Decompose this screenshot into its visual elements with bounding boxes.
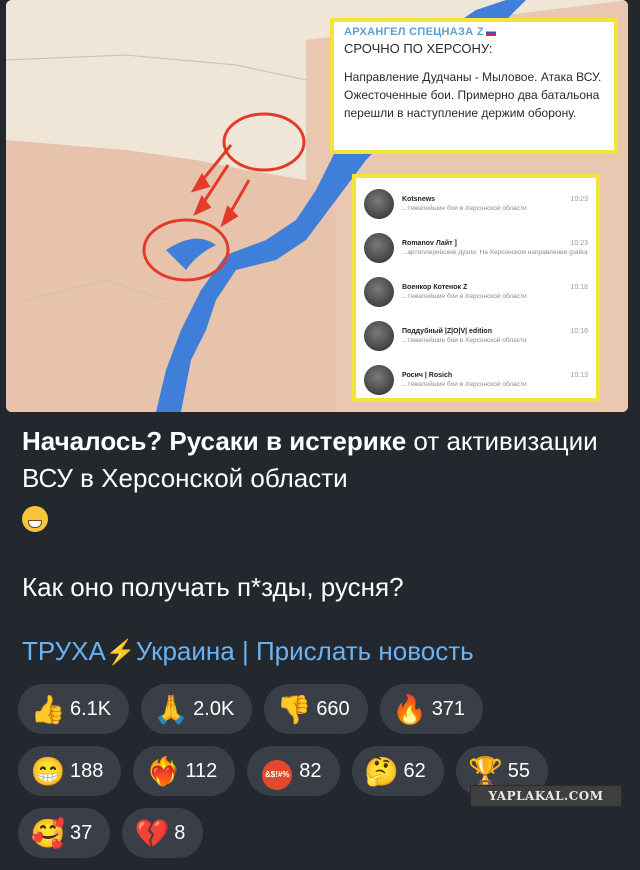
thinking-icon: 🤔 xyxy=(364,755,399,787)
feed-time: 10:23 xyxy=(570,196,588,203)
reaction-count: 188 xyxy=(70,759,104,782)
avatar xyxy=(364,365,394,395)
channel-link[interactable]: ТРУХА⚡Украина xyxy=(22,636,235,666)
reaction-count: 112 xyxy=(185,759,218,782)
feed-text: ...тяжелейшие бои в Херсонской области xyxy=(402,293,527,300)
link-separator: | xyxy=(241,636,249,666)
broken-heart-icon: 💔 xyxy=(134,817,170,849)
feed-name: Росич | Rosich xyxy=(402,372,453,379)
trophy-icon: 🏆 xyxy=(468,755,504,787)
reaction-thinking[interactable]: 🤔 62 xyxy=(351,746,444,796)
feed-item: Поддубный |Z|O|V| edition 10:16 ...тяжеле… xyxy=(364,314,588,358)
avatar xyxy=(364,189,394,219)
callout-channel: АРХАНГЕЛ СПЕЦНАЗА Z xyxy=(344,26,484,38)
reaction-count: 62 xyxy=(403,759,426,782)
fire-icon: 🔥 xyxy=(392,693,428,725)
thumbs-down-icon: 👎 xyxy=(276,693,312,725)
feed-name: Kotsnews xyxy=(402,196,436,203)
reaction-count: 82 xyxy=(299,759,322,782)
cursing-face-icon: &$!#% xyxy=(262,760,293,790)
submit-news-link[interactable]: Прислать новость xyxy=(256,636,474,666)
reaction-smiling-hearts[interactable]: 🥰 37 xyxy=(18,808,111,858)
feed-name: Военкор Котенок Z xyxy=(402,284,468,291)
reaction-count: 6.1K xyxy=(70,697,112,720)
callout-text: Направление Дудчаны - Мыловое. Атака ВСУ… xyxy=(344,70,602,120)
reactions: 👍 6.1K 🙏 2.0K 👎 660 🔥 371 😁 188 ❤️‍🔥 112 &$!#%… xyxy=(18,684,638,870)
feed-item: Военкор Котенок Z 10:18 ...тяжелейшие бои… xyxy=(364,270,588,314)
reaction-count: 2.0K xyxy=(193,697,235,720)
feed-item: Kotsnews 10:23 ...тяжелейшие бои в Херсон… xyxy=(364,182,588,226)
feed-time: 10:23 xyxy=(570,240,588,247)
message-title-bold: Началось? Русаки в истерике xyxy=(22,426,407,456)
feed-name: Romanov Лайт ] xyxy=(402,240,457,247)
post-callout: АРХАНГЕЛ СПЕЦНАЗА Z СРОЧНО ПО ХЕРСОНУ: Н… xyxy=(330,18,618,154)
pray-icon: 🙏 xyxy=(153,693,189,725)
reaction-count: 371 xyxy=(431,697,466,720)
map-image[interactable]: АРХАНГЕЛ СПЕЦНАЗА Z СРОЧНО ПО ХЕРСОНУ: Н… xyxy=(6,0,628,412)
thumbs-up-icon: 👍 xyxy=(30,693,66,725)
grinning-emoji-icon xyxy=(22,506,48,533)
feed-item: Romanov Лайт ] 10:23 ...артиллерийские ду… xyxy=(364,226,588,270)
reaction-pray[interactable]: 🙏 2.0K xyxy=(141,684,253,734)
feed-text: ...тяжелейшие бои в Херсонской области xyxy=(402,205,527,212)
feed-text: ...тяжелейшие бои в Херсонской области xyxy=(402,381,527,388)
message-links: ТРУХА⚡Украина | Прислать новость xyxy=(22,636,474,667)
feed-text: ...тяжелейшие бои в Херсонской области xyxy=(402,337,527,344)
heart-on-fire-icon: ❤️‍🔥 xyxy=(145,755,181,787)
message-line2: Как оно получать п*зды, русня? xyxy=(22,572,404,602)
reaction-broken-heart[interactable]: 💔 8 xyxy=(122,808,204,858)
grin-icon: 😁 xyxy=(30,755,66,787)
feed-time: 10:13 xyxy=(570,372,588,379)
feed-item: Росич | Rosich 10:13 ...тяжелейшие бои в … xyxy=(364,358,588,402)
reaction-grin[interactable]: 😁 188 xyxy=(18,746,122,796)
feed-text: ...артиллерийские дуэли. На Херсонском н… xyxy=(402,249,588,256)
reaction-cursing[interactable]: &$!#% 82 xyxy=(247,746,340,796)
watermark: YAPLAKAL.COM xyxy=(470,785,622,807)
feed-time: 10:18 xyxy=(570,284,588,291)
reaction-thumbs-down[interactable]: 👎 660 xyxy=(264,684,368,734)
channel-feed: Kotsnews 10:23 ...тяжелейшие бои в Херсон… xyxy=(352,174,600,402)
russia-flag-icon xyxy=(485,28,496,36)
avatar xyxy=(364,321,394,351)
message-text: Началось? Русаки в истерике от активизац… xyxy=(22,423,622,603)
feed-time: 10:16 xyxy=(570,328,588,335)
reaction-thumbs-up[interactable]: 👍 6.1K xyxy=(18,684,130,734)
feed-name: Поддубный |Z|O|V| edition xyxy=(402,328,492,335)
lightning-icon: ⚡ xyxy=(105,639,136,666)
reaction-heart-on-fire[interactable]: ❤️‍🔥 112 xyxy=(133,746,236,796)
reaction-count: 55 xyxy=(507,759,531,782)
reaction-fire[interactable]: 🔥 371 xyxy=(379,684,484,734)
avatar xyxy=(364,233,394,263)
smiling-hearts-icon: 🥰 xyxy=(30,817,66,849)
avatar xyxy=(364,277,394,307)
reaction-count: 660 xyxy=(316,697,350,720)
callout-headline: СРОЧНО ПО ХЕРСОНУ: xyxy=(344,41,493,56)
